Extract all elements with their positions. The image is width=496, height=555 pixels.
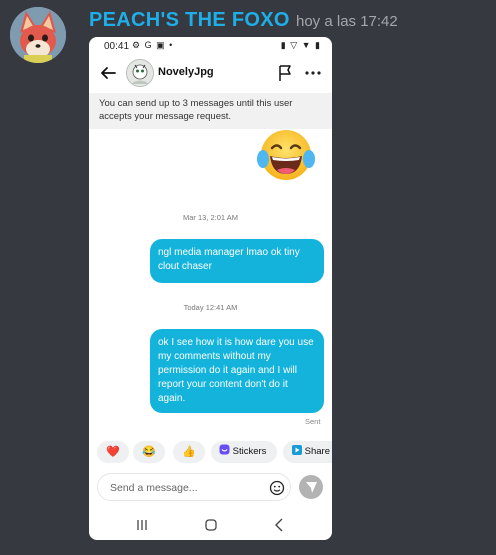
nav-back-icon[interactable] [274,518,284,532]
laugh-reaction-button[interactable]: 😂 [133,441,165,463]
home-icon[interactable] [205,519,217,531]
status-system-icons: ▮ ▽ ▼ ▮ [280,40,321,50]
thumbs-up-icon: 👍 [182,446,196,458]
date-separator: Today 12:41 AM [183,303,238,312]
phone-status-bar: 00:41 ⚙ G ▣ • ▮ ▽ ▼ ▮ [89,37,332,57]
sent-status: Sent [305,417,321,426]
message-timestamp: hoy a las 17:42 [296,13,398,30]
status-time: 00:41 [104,41,130,52]
contact-name[interactable]: NovelyJpg [158,66,214,78]
stickers-button[interactable]: Stickers [211,441,277,463]
heart-reaction-button[interactable]: ❤️ [97,441,129,463]
sent-message-bubble[interactable]: ngl media manager lmao ok tiny clout cha… [150,239,324,283]
share-button[interactable]: Share [283,441,332,463]
user-avatar[interactable] [10,7,66,63]
message-composer[interactable] [97,473,291,501]
fox-avatar-icon [10,7,66,63]
sent-message-bubble[interactable]: ok I see how it is how dare you use my c… [150,329,324,413]
send-arrow-icon [306,482,317,493]
contact-avatar-icon [127,60,153,86]
recent-apps-icon[interactable] [136,519,148,531]
message-input[interactable] [108,479,262,497]
android-nav-bar [89,511,332,540]
more-options-icon[interactable] [304,65,322,81]
date-separator: Mar 13, 2:01 AM [182,213,239,222]
chat-header: NovelyJpg [89,57,332,89]
share-label: Share [304,446,330,457]
send-button[interactable] [299,475,323,499]
laughing-face-icon: 😂 [142,446,156,458]
message-author[interactable]: PEACH'S THE FOXO [89,9,290,32]
laughing-emoji-icon [257,130,315,180]
heart-icon: ❤️ [106,446,120,458]
status-notification-icons: ⚙ G ▣ • [132,40,174,50]
thumbs-up-reaction-button[interactable]: 👍 [173,441,205,463]
share-icon [292,445,302,455]
back-arrow-icon[interactable] [98,63,118,83]
sticker-icon [219,444,230,455]
emoji-sticker-icon[interactable] [269,480,285,496]
message-limit-banner: You can send up to 3 messages until this… [89,93,332,129]
quick-reply-bar: ❤️ 😂 👍 Stickers Share [89,441,332,465]
message-limit-text: You can send up to 3 messages until this… [99,98,293,122]
stickers-label: Stickers [232,446,267,457]
report-flag-icon[interactable] [277,64,293,82]
contact-avatar[interactable] [126,59,154,87]
attached-screenshot[interactable]: 00:41 ⚙ G ▣ • ▮ ▽ ▼ ▮ NovelyJpg You can … [89,37,332,540]
